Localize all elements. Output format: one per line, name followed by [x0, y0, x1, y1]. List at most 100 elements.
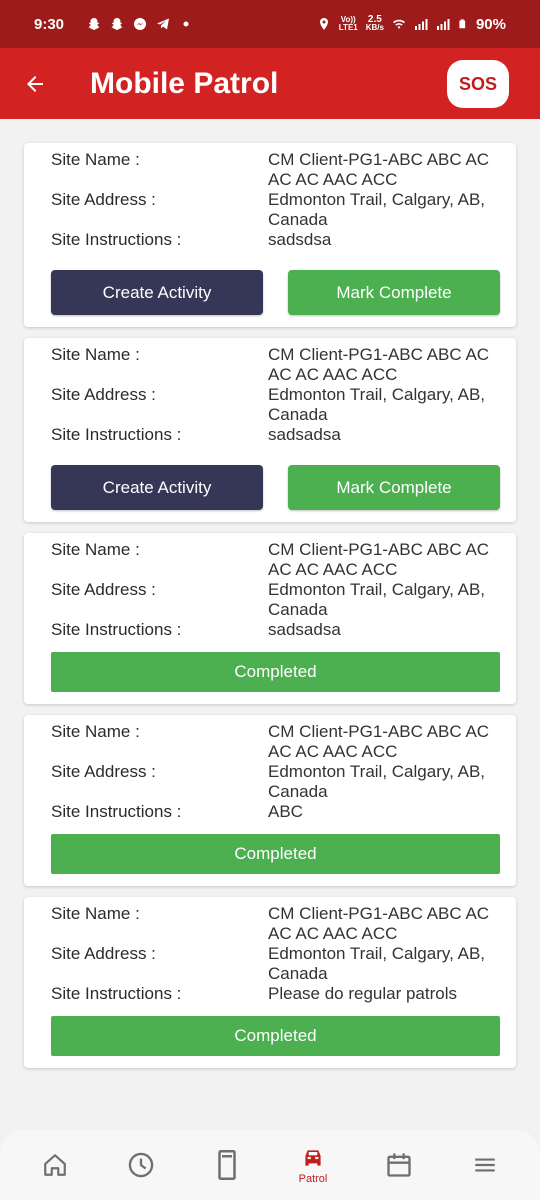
site-name-value: CM Client-PG1-ABC ABC AC AC AC AAC ACC: [268, 345, 500, 385]
site-name-line1: CM Client-PG1-ABC ABC AC: [268, 722, 490, 741]
site-address-label: Site Address :: [51, 944, 156, 963]
site-address-line2: Canada: [268, 405, 328, 424]
site-address-line1: Edmonton Trail, Calgary, AB,: [268, 944, 486, 963]
site-address-line1: Edmonton Trail, Calgary, AB,: [268, 580, 486, 599]
completed-status-bar: Completed: [51, 1016, 500, 1056]
site-name-line2: AC AC AAC ACC: [268, 924, 398, 943]
mark-complete-button[interactable]: Mark Complete: [288, 465, 500, 510]
site-instructions-value: ABC: [268, 802, 303, 821]
site-address-label: Site Address :: [51, 580, 156, 599]
site-address-row: Site Address : Edmonton Trail, Calgary, …: [51, 385, 500, 425]
site-name-line2: AC AC AAC ACC: [268, 170, 398, 189]
site-name-label: Site Name :: [51, 540, 140, 559]
create-activity-button[interactable]: Create Activity: [51, 465, 263, 510]
site-instructions-value: sadsadsa: [268, 620, 341, 639]
site-address-line1: Edmonton Trail, Calgary, AB,: [268, 385, 486, 404]
site-instructions-label: Site Instructions :: [51, 984, 182, 1003]
site-address-row: Site Address : Edmonton Trail, Calgary, …: [51, 762, 500, 802]
site-card: Site Name : CM Client-PG1-ABC ABC AC AC …: [24, 715, 516, 886]
site-instructions-row: Site Instructions : ABC: [51, 802, 500, 822]
site-name-value: CM Client-PG1-ABC ABC AC AC AC AAC ACC: [268, 150, 500, 190]
signal-icon: [414, 19, 428, 30]
nav-home[interactable]: [25, 1135, 85, 1195]
back-button[interactable]: [0, 48, 70, 119]
site-address-label: Site Address :: [51, 762, 156, 781]
status-time: 9:30: [34, 15, 65, 33]
battery-icon: [459, 19, 466, 29]
status-left: 9:30: [34, 16, 193, 33]
mark-complete-button[interactable]: Mark Complete: [288, 270, 500, 315]
status-right: Vo)) LTE1 2.5 KB/s 90%: [317, 15, 506, 33]
site-name-label: Site Name :: [51, 722, 140, 741]
site-address-value: Edmonton Trail, Calgary, AB, Canada: [268, 385, 500, 425]
site-address-line2: Canada: [268, 964, 328, 983]
nav-history[interactable]: [111, 1135, 171, 1195]
site-address-line1: Edmonton Trail, Calgary, AB,: [268, 762, 486, 781]
site-card: Site Name : CM Client-PG1-ABC ABC AC AC …: [24, 533, 516, 704]
wifi-icon: [392, 19, 405, 29]
site-address-value: Edmonton Trail, Calgary, AB, Canada: [268, 580, 500, 620]
status-bar: 9:30 Vo)) LTE1 2.5 KB/s 90%: [0, 0, 540, 48]
site-address-line2: Canada: [268, 210, 328, 229]
site-name-value: CM Client-PG1-ABC ABC AC AC AC AAC ACC: [268, 722, 500, 762]
create-activity-button[interactable]: Create Activity: [51, 270, 263, 315]
home-icon: [44, 1154, 66, 1176]
card-actions: Create Activity Mark Complete: [51, 465, 500, 510]
site-name-value: CM Client-PG1-ABC ABC AC AC AC AAC ACC: [268, 540, 500, 580]
site-address-line2: Canada: [268, 782, 328, 801]
telegram-icon: [157, 18, 170, 30]
site-name-line2: AC AC AAC ACC: [268, 365, 398, 384]
site-name-line1: CM Client-PG1-ABC ABC AC: [268, 904, 490, 923]
sos-button[interactable]: SOS: [447, 60, 509, 108]
site-address-value: Edmonton Trail, Calgary, AB, Canada: [268, 762, 500, 802]
battery-level: 90%: [475, 15, 506, 33]
site-instructions-label: Site Instructions :: [51, 230, 182, 249]
site-instructions-row: Site Instructions : sadsadsa: [51, 425, 500, 445]
card-actions: Create Activity Mark Complete: [51, 270, 500, 315]
completed-status-bar: Completed: [51, 652, 500, 692]
site-card: Site Name : CM Client-PG1-ABC ABC AC AC …: [24, 897, 516, 1068]
site-name-line1: CM Client-PG1-ABC ABC AC: [268, 540, 490, 559]
site-instructions-label: Site Instructions :: [51, 425, 182, 444]
dot-icon: [183, 21, 189, 27]
site-instructions-row: Site Instructions : Please do regular pa…: [51, 984, 500, 1004]
site-address-label: Site Address :: [51, 190, 156, 209]
site-address-row: Site Address : Edmonton Trail, Calgary, …: [51, 580, 500, 620]
app-bar: Mobile Patrol SOS: [0, 48, 540, 119]
site-name-label: Site Name :: [51, 345, 140, 364]
site-address-label: Site Address :: [51, 385, 156, 404]
site-instructions-row: Site Instructions : sadsadsa: [51, 620, 500, 640]
site-name-row: Site Name : CM Client-PG1-ABC ABC AC AC …: [51, 540, 500, 580]
snapchat-icon: [88, 18, 100, 30]
site-instructions-value: sadsadsa: [268, 425, 341, 444]
site-address-value: Edmonton Trail, Calgary, AB, Canada: [268, 190, 500, 230]
net-speed: 2.5 KB/s: [365, 15, 384, 32]
site-instructions-value: sadsdsa: [268, 230, 332, 249]
nav-patrol-label: Patrol: [298, 1173, 328, 1185]
device-icon: [218, 1150, 236, 1180]
site-address-line1: Edmonton Trail, Calgary, AB,: [268, 190, 486, 209]
volte-indicator: Vo)) LTE1: [339, 16, 358, 32]
arrow-left-icon: [27, 75, 43, 92]
site-instructions-row: Site Instructions : sadsdsa: [51, 230, 500, 250]
site-card: Site Name : CM Client-PG1-ABC ABC AC AC …: [24, 338, 516, 522]
site-name-line2: AC AC AAC ACC: [268, 560, 398, 579]
nav-device[interactable]: [197, 1135, 257, 1195]
clock-icon: [128, 1152, 154, 1178]
site-list: Site Name : CM Client-PG1-ABC ABC AC AC …: [24, 143, 516, 1079]
net-speed-unit: KB/s: [365, 23, 384, 32]
site-name-value: CM Client-PG1-ABC ABC AC AC AC AAC ACC: [268, 904, 500, 944]
nav-menu[interactable]: [455, 1135, 515, 1195]
car-icon: [305, 1150, 321, 1166]
nav-patrol[interactable]: Patrol: [283, 1135, 343, 1195]
nav-calendar[interactable]: [369, 1135, 429, 1195]
messenger-icon: [134, 18, 147, 30]
bottom-nav: Patrol: [0, 1130, 540, 1200]
site-instructions-label: Site Instructions :: [51, 620, 182, 639]
site-address-row: Site Address : Edmonton Trail, Calgary, …: [51, 944, 500, 984]
menu-icon: [475, 1158, 495, 1172]
site-address-value: Edmonton Trail, Calgary, AB, Canada: [268, 944, 500, 984]
site-name-row: Site Name : CM Client-PG1-ABC ABC AC AC …: [51, 722, 500, 762]
site-instructions-label: Site Instructions :: [51, 802, 182, 821]
site-name-row: Site Name : CM Client-PG1-ABC ABC AC AC …: [51, 150, 500, 190]
